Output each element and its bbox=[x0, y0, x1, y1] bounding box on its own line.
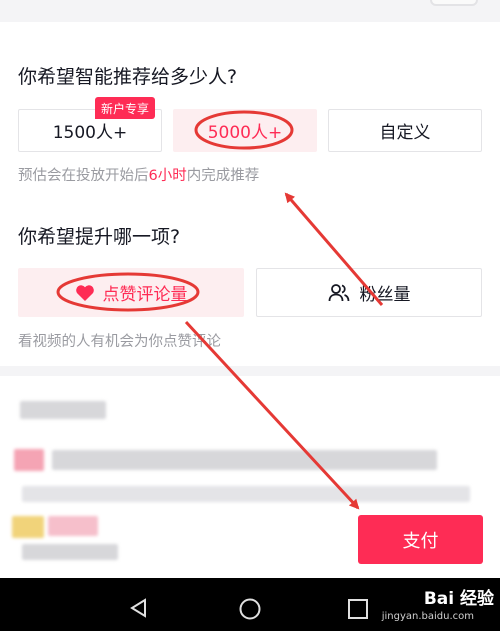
audience-option-label: 5000人+ bbox=[207, 123, 283, 143]
top-section-strip bbox=[0, 0, 500, 22]
boost-option-likes-comments[interactable]: 点赞评论量 bbox=[18, 268, 244, 317]
audience-option-label: 自定义 bbox=[379, 123, 431, 143]
blurred-price bbox=[48, 516, 98, 536]
audience-option-custom[interactable]: 自定义 bbox=[328, 109, 482, 152]
boost-option-label: 点赞评论量 bbox=[102, 285, 188, 305]
home-icon[interactable] bbox=[238, 597, 262, 625]
blurred-icon bbox=[12, 516, 44, 538]
boost-option-label: 粉丝量 bbox=[359, 285, 411, 305]
audience-option-5000[interactable]: 5000人+ bbox=[173, 109, 317, 152]
recents-icon[interactable] bbox=[347, 598, 369, 624]
watermark-logo: Bai 经验 bbox=[423, 589, 494, 609]
section-divider bbox=[0, 366, 500, 376]
estimate-hint-suffix: 内完成推荐 bbox=[186, 168, 260, 184]
boost-question-title: 你希望提升哪一项? bbox=[18, 226, 181, 248]
boost-hint: 看视频的人有机会为你点赞评论 bbox=[18, 334, 221, 350]
estimate-hint-highlight: 6小时 bbox=[148, 168, 187, 184]
toggle-switch[interactable] bbox=[430, 0, 478, 6]
blurred-text bbox=[22, 486, 470, 502]
heart-icon bbox=[75, 284, 95, 302]
estimate-hint-prefix: 预估会在投放开始后 bbox=[18, 168, 149, 184]
audience-option-label: 1500人+ bbox=[52, 123, 128, 143]
audience-question-title: 你希望智能推荐给多少人? bbox=[18, 66, 238, 88]
blurred-text bbox=[22, 544, 118, 560]
blurred-icon bbox=[14, 449, 44, 471]
new-user-badge: 新户专享 bbox=[95, 97, 156, 119]
pay-button[interactable]: 支付 bbox=[358, 515, 483, 564]
estimate-hint: 预估会在投放开始后6小时内完成推荐 bbox=[18, 164, 259, 185]
users-icon bbox=[328, 283, 350, 303]
blurred-text bbox=[20, 401, 106, 419]
watermark-url: jingyan.baidu.com bbox=[381, 611, 474, 622]
blurred-text bbox=[52, 450, 437, 470]
boost-option-followers[interactable]: 粉丝量 bbox=[256, 268, 482, 317]
back-icon[interactable] bbox=[128, 597, 150, 623]
